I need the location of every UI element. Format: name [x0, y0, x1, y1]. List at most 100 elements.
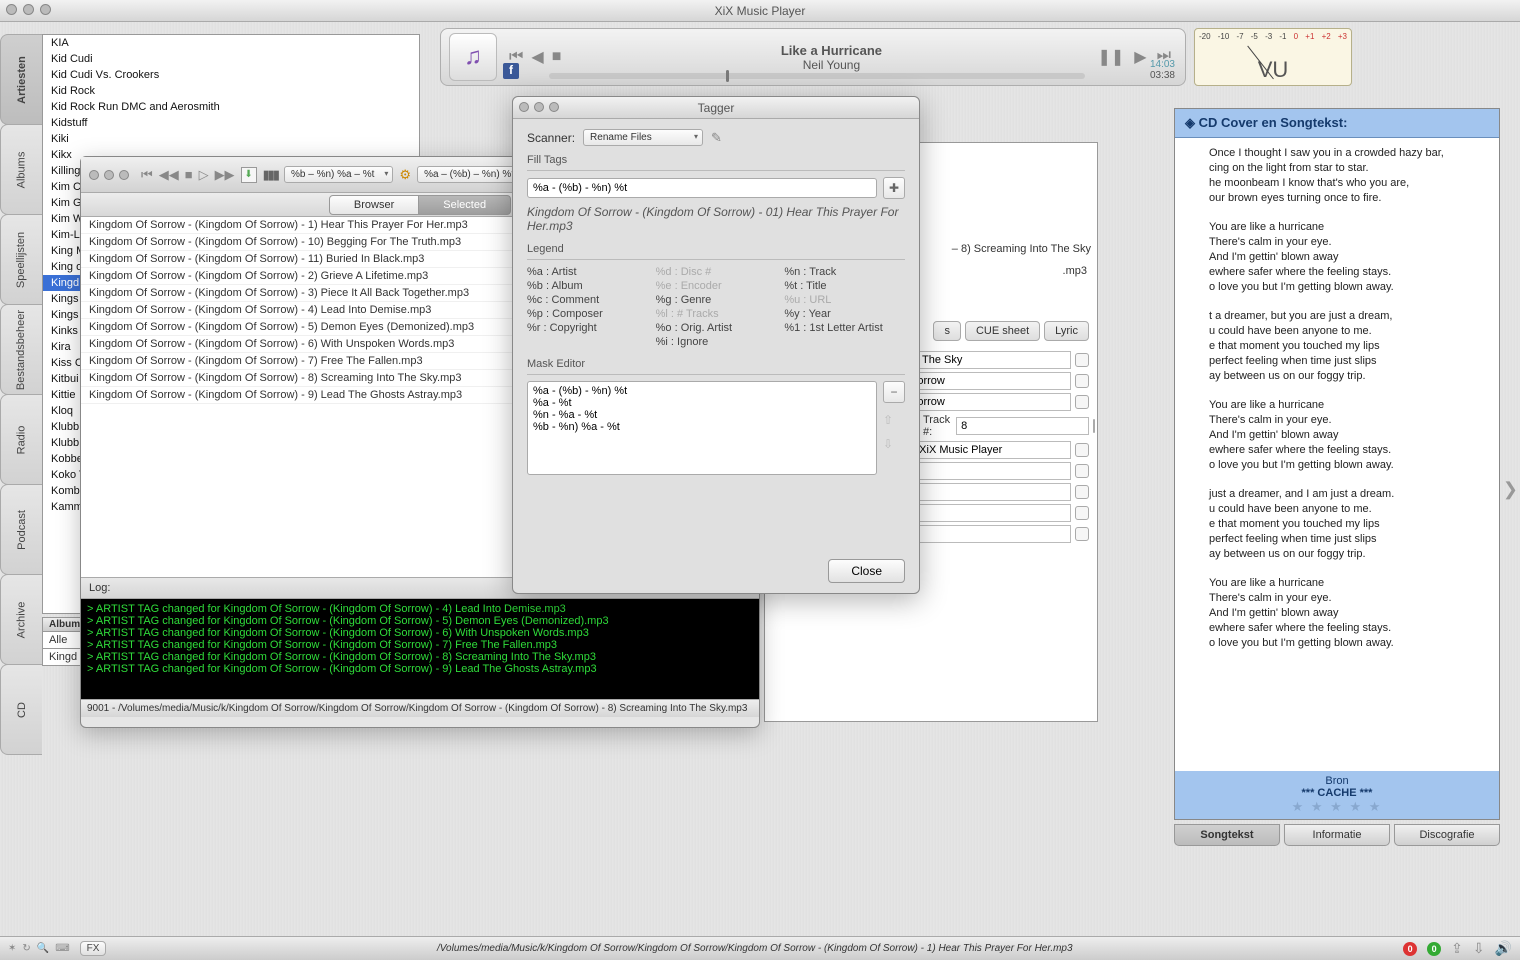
- lyric-tab[interactable]: Informatie: [1284, 824, 1390, 846]
- info-field[interactable]: [905, 483, 1071, 501]
- lyrics-header: CD Cover en Songtekst:: [1175, 109, 1499, 138]
- view-icon[interactable]: ▮▮▮: [263, 167, 278, 183]
- info-field[interactable]: [905, 393, 1071, 411]
- legend-label: Legend: [527, 243, 905, 255]
- info-tab[interactable]: s: [933, 321, 961, 341]
- close-button[interactable]: Close: [828, 559, 905, 583]
- now-playing-artist: Neil Young: [565, 58, 1097, 72]
- mask-combo-1[interactable]: %b – %n) %a – %t: [284, 166, 393, 183]
- lyrics-bron: Bron: [1179, 775, 1495, 787]
- remove-mask-button[interactable]: −: [883, 381, 905, 403]
- fill-tags-label: Fill Tags: [527, 154, 905, 166]
- upload-icon[interactable]: ⇪: [1451, 940, 1463, 957]
- artist-row[interactable]: Kidstuff: [43, 115, 419, 131]
- stop-icon[interactable]: ■: [552, 48, 562, 66]
- scanner-select[interactable]: Rename Files: [583, 129, 703, 146]
- add-mask-button[interactable]: ✚: [883, 177, 905, 199]
- track-number-input[interactable]: [956, 417, 1089, 435]
- field-checkbox[interactable]: [1075, 527, 1089, 541]
- info-field[interactable]: [905, 441, 1071, 459]
- volume-icon[interactable]: 🔊: [1495, 940, 1512, 957]
- move-down-icon[interactable]: ⇩: [883, 437, 905, 451]
- traffic-lights[interactable]: [6, 4, 51, 15]
- download-icon[interactable]: ⇩: [1473, 940, 1485, 957]
- info-field[interactable]: [905, 462, 1071, 480]
- tab-browser[interactable]: Browser: [329, 195, 419, 215]
- tab-selected[interactable]: Selected: [419, 195, 511, 215]
- info-field[interactable]: [905, 504, 1071, 522]
- file-ext: .mp3: [1063, 265, 1087, 277]
- info-tab[interactable]: CUE sheet: [965, 321, 1040, 341]
- artist-row[interactable]: Kid Cudi Vs. Crookers: [43, 67, 419, 83]
- app-title: XiX Music Player: [715, 4, 806, 18]
- field-checkbox[interactable]: [1075, 374, 1089, 388]
- log-console: ARTIST TAG changed for Kingdom Of Sorrow…: [81, 599, 759, 699]
- vtab-cd[interactable]: CD: [0, 664, 42, 755]
- info-tabs[interactable]: sCUE sheetLyric: [933, 321, 1089, 341]
- preview-filename: Kingdom Of Sorrow - (Kingdom Of Sorrow) …: [527, 205, 905, 233]
- play-icon[interactable]: ▶: [1134, 47, 1146, 67]
- current-path: /Volumes/media/Music/k/Kingdom Of Sorrow…: [116, 943, 1393, 954]
- field-checkbox[interactable]: [1075, 464, 1089, 478]
- rewind-icon[interactable]: ◀: [531, 47, 543, 67]
- field-checkbox[interactable]: [1075, 506, 1089, 520]
- settings-icon[interactable]: ⚙: [399, 167, 411, 183]
- lyrics-cache: *** CACHE ***: [1179, 787, 1495, 799]
- seek-bar[interactable]: [549, 73, 1085, 79]
- tagger-dialog: Tagger Scanner: Rename Files ✎ Fill Tags…: [512, 96, 920, 594]
- search-icon[interactable]: 🔍: [37, 943, 49, 954]
- fwd-icon[interactable]: ▶▶: [215, 167, 235, 183]
- play-icon[interactable]: ▷: [199, 167, 209, 183]
- field-checkbox[interactable]: [1093, 419, 1095, 433]
- artist-row[interactable]: Kid Cudi: [43, 51, 419, 67]
- scanner-label: Scanner:: [527, 131, 575, 145]
- info-tab[interactable]: Lyric: [1044, 321, 1089, 341]
- vtab-albums[interactable]: Albums: [0, 124, 42, 215]
- vtab-artiesten[interactable]: Artiesten: [0, 34, 42, 125]
- field-checkbox[interactable]: [1075, 443, 1089, 457]
- vtab-radio[interactable]: Radio: [0, 394, 42, 485]
- vtab-speellijsten[interactable]: Speellijsten: [0, 214, 42, 305]
- rew-icon[interactable]: ◀◀: [159, 167, 179, 183]
- artist-row[interactable]: Kid Rock: [43, 83, 419, 99]
- main-titlebar: XiX Music Player: [0, 0, 1520, 22]
- repeat-icon[interactable]: ↻: [22, 943, 30, 954]
- traffic-lights[interactable]: [89, 170, 129, 180]
- download-icon[interactable]: ⬇: [241, 167, 257, 183]
- artist-row[interactable]: Kid Rock Run DMC and Aerosmith: [43, 99, 419, 115]
- info-field[interactable]: [905, 351, 1071, 369]
- artist-row[interactable]: Kiki: [43, 131, 419, 147]
- move-up-icon[interactable]: ⇧: [883, 413, 905, 427]
- expand-handle-icon[interactable]: ❯: [1503, 479, 1518, 500]
- track-number-label: Track #:: [923, 414, 950, 438]
- now-playing-title: Like a Hurricane: [565, 43, 1097, 58]
- field-checkbox[interactable]: [1075, 395, 1089, 409]
- traffic-lights[interactable]: [519, 102, 559, 112]
- music-note-icon: ♫: [449, 33, 497, 81]
- vtab-archive[interactable]: Archive: [0, 574, 42, 665]
- facebook-icon[interactable]: f: [503, 63, 519, 79]
- keyboard-icon[interactable]: ⌨: [55, 943, 69, 954]
- rating-stars[interactable]: ★ ★ ★ ★ ★: [1179, 799, 1495, 815]
- mask-input[interactable]: [527, 178, 877, 198]
- lyrics-panel: CD Cover en Songtekst: Once I thought I …: [1174, 108, 1500, 820]
- vtab-bestandsbeheer[interactable]: Bestandsbeheer: [0, 304, 42, 395]
- fx-button[interactable]: FX: [80, 941, 107, 956]
- artist-row[interactable]: KIA: [43, 35, 419, 51]
- green-badge: 0: [1427, 942, 1441, 956]
- lyric-tab[interactable]: Discografie: [1394, 824, 1500, 846]
- pause-icon[interactable]: ❚❚: [1097, 47, 1124, 67]
- vtab-podcast[interactable]: Podcast: [0, 484, 42, 575]
- field-checkbox[interactable]: [1075, 353, 1089, 367]
- prev-icon[interactable]: ⏮: [141, 167, 153, 183]
- info-field[interactable]: [905, 372, 1071, 390]
- mask-list[interactable]: %a - (%b) - %n) %t %a - %t %n - %a - %t …: [527, 381, 877, 475]
- tagger-title: Tagger: [698, 101, 735, 115]
- stop-icon[interactable]: ■: [185, 167, 193, 182]
- lyrics-tabs[interactable]: SongtekstInformatieDiscografie: [1174, 824, 1500, 846]
- field-checkbox[interactable]: [1075, 485, 1089, 499]
- edit-icon[interactable]: ✎: [711, 130, 722, 146]
- shuffle-icon[interactable]: ✶: [8, 943, 16, 954]
- info-field[interactable]: [905, 525, 1071, 543]
- lyric-tab[interactable]: Songtekst: [1174, 824, 1280, 846]
